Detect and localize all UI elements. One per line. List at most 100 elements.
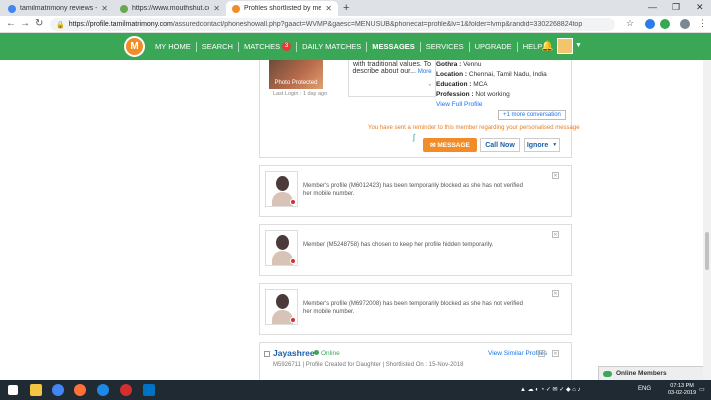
system-tray-icons[interactable]: ▲ ☁ ◐ ◔ ✓ ✉ ✓ ◆ ⌂ ♪ [520, 386, 581, 393]
page-scrollbar[interactable] [703, 60, 711, 380]
quote-mark-icon: ” [428, 83, 431, 92]
new-tab-button[interactable]: + [343, 2, 349, 14]
back-icon[interactable]: ← [6, 18, 16, 29]
forward-icon[interactable]: → [20, 18, 30, 29]
profile-avatar-icon[interactable] [680, 19, 690, 29]
tab-mouthshut[interactable]: https://www.mouthshut.com/mi ✕ [114, 1, 226, 16]
message-button[interactable]: ✉ MESSAGE [423, 138, 477, 152]
scrollbar-thumb[interactable] [705, 232, 709, 270]
close-icon[interactable]: ✕ [552, 231, 559, 238]
menu-kebab-icon[interactable]: ⋮ [698, 18, 707, 29]
url-host: https://profile.tamilmatrimony.com [68, 21, 173, 28]
site-logo[interactable]: M [124, 36, 145, 57]
close-icon[interactable]: ✕ [552, 290, 559, 297]
close-icon[interactable]: ✕ [213, 4, 220, 13]
photo-label: Photo Protected [274, 80, 318, 86]
notification-icon[interactable]: ▭ [699, 386, 705, 393]
language-indicator[interactable]: ENG [638, 386, 651, 392]
collapse-icon[interactable]: ▾ [538, 350, 545, 357]
close-icon[interactable]: ✕ [552, 350, 559, 357]
more-conversation-button[interactable]: +1 more conversation [498, 110, 566, 120]
ignore-button[interactable]: Ignore ▼ [524, 138, 560, 152]
profile-placeholder-image [265, 230, 298, 266]
nav-my-home[interactable]: MY HOME [150, 42, 196, 51]
nav-upgrade[interactable]: UPGRADE [470, 42, 517, 51]
outlook-icon[interactable] [143, 384, 155, 396]
online-status: Online [314, 350, 340, 357]
blocked-icon [290, 199, 296, 205]
extension-icon[interactable] [645, 19, 655, 29]
blocked-profile-card: Member's profile (M6012423) has been tem… [259, 165, 572, 217]
profile-name-link[interactable]: Jayashree [273, 348, 315, 358]
protected-photo[interactable]: Photo Protected [269, 60, 323, 89]
chevron-down-icon: ▼ [552, 142, 558, 148]
main-nav: MY HOME SEARCH MATCHES 3 DAILY MATCHES ME… [150, 33, 547, 60]
profession-label: Profession : [436, 91, 474, 98]
windows-taskbar: ▲ ☁ ◐ ◔ ✓ ✉ ✓ ◆ ⌂ ♪ ENG 07:13 PM 03-02-2… [0, 380, 711, 400]
profile-card: Photo Protected Last Login : 1 day ago w… [259, 60, 580, 158]
mouse-cursor-icon: ʃ [413, 133, 415, 142]
mouthshut-favicon-icon [120, 4, 128, 13]
close-icon[interactable]: ✕ [325, 4, 332, 13]
matrimony-favicon-icon [232, 4, 240, 13]
browser-toolbar: ← → ↻ 🔒 https://profile.tamilmatrimony.c… [0, 16, 711, 33]
bookmark-star-icon[interactable]: ☆ [626, 18, 634, 29]
call-now-button[interactable]: Call Now [480, 138, 520, 152]
about-quote: with traditional values. To describe abo… [348, 60, 436, 97]
file-explorer-icon[interactable] [30, 384, 42, 396]
gothra-label: Gothra : [436, 61, 462, 68]
select-checkbox[interactable] [264, 351, 270, 357]
blocked-icon [290, 258, 296, 264]
quote-more-link[interactable]: More [418, 69, 432, 75]
clock-date: 03-02-2019 [668, 390, 697, 396]
opera-icon[interactable] [120, 384, 132, 396]
address-bar[interactable]: 🔒 https://profile.tamilmatrimony.com /as… [50, 18, 615, 31]
nav-messages[interactable]: MESSAGES [367, 42, 420, 51]
ignore-label: Ignore [526, 141, 549, 149]
nav-services[interactable]: SERVICES [421, 42, 469, 51]
reminder-text: You have sent a reminder to this member … [368, 125, 580, 131]
grammarly-icon[interactable] [660, 19, 670, 29]
matches-count-badge: 3 [282, 42, 292, 51]
blocked-message: Member's profile (M6972008) has been tem… [303, 301, 523, 315]
tab-profiles[interactable]: Profiles shortlisted by me ✕ [226, 1, 338, 16]
shortlisted-profile-card: Jayashree Online View Similar Profiles ▾… [259, 342, 572, 380]
firefox-icon[interactable] [74, 384, 86, 396]
edge-icon[interactable] [97, 384, 109, 396]
online-members-label: Online Members [616, 370, 667, 377]
nav-daily-matches[interactable]: DAILY MATCHES [297, 42, 366, 51]
blocked-message: Member (M5248758) has chosen to keep her… [303, 242, 494, 248]
chrome-icon[interactable] [52, 384, 64, 396]
reload-icon[interactable]: ↻ [35, 18, 43, 29]
chevron-down-icon[interactable]: ▼ [575, 42, 582, 49]
clock-time: 07:13 PM [670, 383, 694, 389]
blocked-message: Member's profile (M6012423) has been tem… [303, 183, 523, 197]
online-members-widget[interactable]: Online Members [598, 366, 704, 381]
close-icon[interactable]: ✕ [101, 4, 108, 13]
view-full-profile-link[interactable]: View Full Profile [436, 100, 547, 110]
bell-icon[interactable]: 🔔 [541, 41, 553, 52]
site-header: M MY HOME SEARCH MATCHES 3 DAILY MATCHES … [0, 33, 711, 60]
location-label: Location : [436, 71, 468, 78]
nav-matches[interactable]: MATCHES 3 [239, 42, 296, 51]
profession-value: Not working [475, 91, 510, 98]
gothra-value: Vennu [463, 61, 482, 68]
nav-search[interactable]: SEARCH [197, 42, 238, 51]
tab-title: tamilmatrimony reviews - Google [20, 5, 98, 12]
minimize-icon[interactable]: — [648, 2, 657, 12]
tab-google[interactable]: tamilmatrimony reviews - Google ✕ [2, 1, 114, 16]
lock-icon: 🔒 [56, 21, 65, 29]
clock[interactable]: 07:13 PM 03-02-2019 [668, 383, 696, 397]
browser-tab-strip: tamilmatrimony reviews - Google ✕ https:… [0, 0, 711, 16]
education-value: MCA [473, 81, 488, 88]
envelope-icon: ✉ [430, 142, 438, 149]
profile-meta: M5926711 | Profile Created for Daughter … [273, 362, 464, 368]
close-icon[interactable]: ✕ [552, 172, 559, 179]
user-avatar[interactable] [557, 38, 573, 54]
url-path: /assuredcontact/phoneshowall.php?gaact=W… [172, 21, 583, 28]
window-close-icon[interactable]: ✕ [696, 2, 704, 13]
blocked-icon [290, 317, 296, 323]
windows-start-icon[interactable] [8, 385, 18, 395]
maximize-icon[interactable]: ❐ [672, 2, 680, 13]
message-label: MESSAGE [437, 141, 470, 149]
